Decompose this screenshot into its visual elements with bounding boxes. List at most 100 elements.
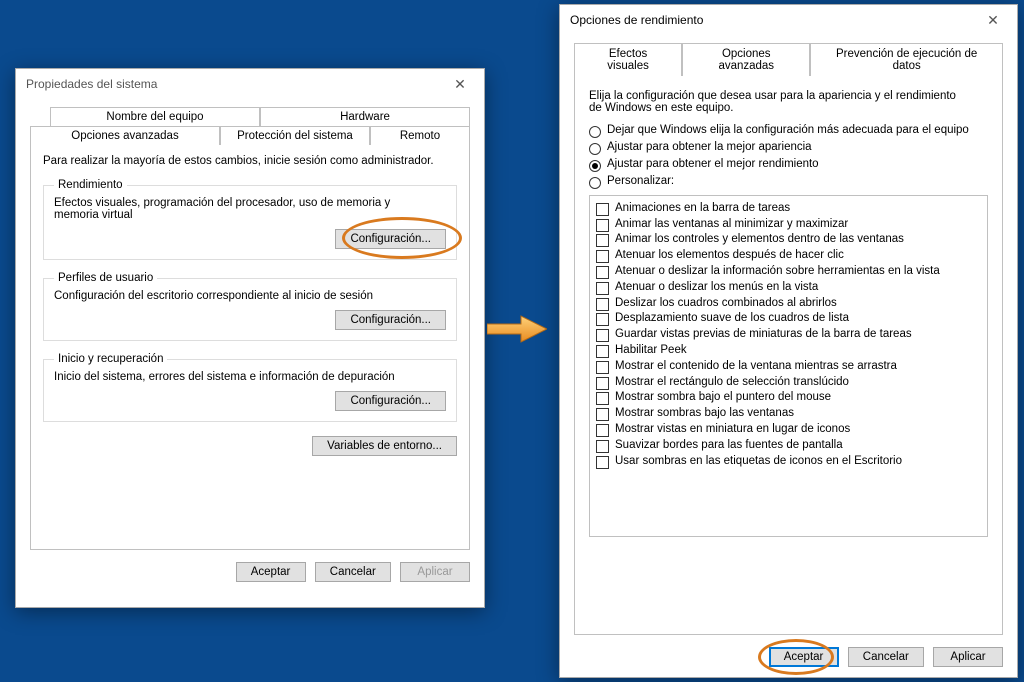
checkbox-label: Mostrar sombras bajo las ventanas: [615, 407, 794, 419]
admin-note: Para realizar la mayoría de estos cambio…: [43, 155, 457, 167]
checkbox-option[interactable]: Atenuar o deslizar la información sobre …: [596, 265, 981, 279]
checkbox-icon: [596, 456, 609, 469]
group-startup-legend: Inicio y recuperación: [54, 353, 167, 365]
intro-text: Elija la configuración que desea usar pa…: [589, 90, 959, 114]
env-vars-button[interactable]: Variables de entorno...: [312, 436, 457, 456]
checkbox-icon: [596, 392, 609, 405]
tab-remote[interactable]: Remoto: [370, 126, 470, 145]
checkbox-icon: [596, 361, 609, 374]
titlebar: Opciones de rendimiento ✕: [560, 5, 1017, 35]
checkbox-icon: [596, 282, 609, 295]
checkbox-icon: [596, 219, 609, 232]
ok-button[interactable]: Aceptar: [236, 562, 306, 582]
checkbox-option[interactable]: Mostrar sombra bajo el puntero del mouse: [596, 391, 981, 405]
group-performance-legend: Rendimiento: [54, 179, 127, 191]
checkbox-label: Animar los controles y elementos dentro …: [615, 233, 904, 245]
checkbox-label: Mostrar sombra bajo el puntero del mouse: [615, 391, 831, 403]
checkbox-icon: [596, 424, 609, 437]
startup-settings-button[interactable]: Configuración...: [335, 391, 446, 411]
titlebar: Propiedades del sistema ✕: [16, 69, 484, 99]
tab-hardware[interactable]: Hardware: [260, 107, 470, 126]
group-startup: Inicio y recuperación Inicio del sistema…: [43, 353, 457, 422]
checkbox-option[interactable]: Animar las ventanas al minimizar y maxim…: [596, 218, 981, 232]
checkbox-option[interactable]: Guardar vistas previas de miniaturas de …: [596, 328, 981, 342]
checkbox-option[interactable]: Animar los controles y elementos dentro …: [596, 233, 981, 247]
checkbox-icon: [596, 203, 609, 216]
checkbox-label: Atenuar los elementos después de hacer c…: [615, 249, 844, 261]
checkbox-icon: [596, 313, 609, 326]
radio-option[interactable]: Ajustar para obtener el mejor rendimient…: [589, 158, 988, 172]
apply-button[interactable]: Aplicar: [400, 562, 470, 582]
tab-dep[interactable]: Prevención de ejecución de datos: [810, 43, 1003, 76]
checkbox-label: Desplazamiento suave de los cuadros de l…: [615, 312, 849, 324]
radio-icon: [589, 160, 601, 172]
radio-option[interactable]: Ajustar para obtener la mejor apariencia: [589, 141, 988, 155]
radio-label: Ajustar para obtener la mejor apariencia: [607, 141, 812, 153]
checkbox-icon: [596, 234, 609, 247]
close-icon[interactable]: ✕: [973, 8, 1013, 32]
ok-button[interactable]: Aceptar: [769, 647, 839, 667]
checkbox-icon: [596, 329, 609, 342]
checkbox-label: Animar las ventanas al minimizar y maxim…: [615, 218, 848, 230]
effects-list[interactable]: Animaciones en la barra de tareas Animar …: [589, 195, 988, 537]
radio-option[interactable]: Dejar que Windows elija la configuración…: [589, 124, 988, 138]
checkbox-label: Guardar vistas previas de miniaturas de …: [615, 328, 912, 340]
checkbox-option[interactable]: Suavizar bordes para las fuentes de pant…: [596, 439, 981, 453]
checkbox-icon: [596, 266, 609, 279]
checkbox-label: Habilitar Peek: [615, 344, 687, 356]
profiles-settings-button[interactable]: Configuración...: [335, 310, 446, 330]
radio-label: Dejar que Windows elija la configuración…: [607, 124, 969, 136]
checkbox-label: Animaciones en la barra de tareas: [615, 202, 790, 214]
performance-settings-button[interactable]: Configuración...: [335, 229, 446, 249]
checkbox-option[interactable]: Mostrar el contenido de la ventana mient…: [596, 360, 981, 374]
performance-options-window: Opciones de rendimiento ✕ Efectos visual…: [559, 4, 1018, 678]
group-profiles-desc: Configuración del escritorio correspondi…: [54, 290, 446, 302]
checkbox-icon: [596, 250, 609, 263]
close-icon[interactable]: ✕: [440, 72, 480, 96]
tab-visual-effects[interactable]: Efectos visuales: [574, 43, 682, 76]
group-performance: Rendimiento Efectos visuales, programaci…: [43, 179, 457, 260]
radio-option[interactable]: Personalizar:: [589, 175, 988, 189]
radio-icon: [589, 126, 601, 138]
checkbox-label: Atenuar o deslizar los menús en la vista: [615, 281, 818, 293]
checkbox-option[interactable]: Mostrar vistas en miniatura en lugar de …: [596, 423, 981, 437]
window-title: Opciones de rendimiento: [570, 13, 973, 27]
window-title: Propiedades del sistema: [26, 77, 440, 91]
checkbox-option[interactable]: Habilitar Peek: [596, 344, 981, 358]
arrow-icon: [487, 314, 547, 344]
tab-advanced[interactable]: Opciones avanzadas: [682, 43, 810, 76]
checkbox-icon: [596, 440, 609, 453]
checkbox-option[interactable]: Mostrar el rectángulo de selección trans…: [596, 376, 981, 390]
checkbox-icon: [596, 345, 609, 358]
radio-icon: [589, 143, 601, 155]
tab-system-protection[interactable]: Protección del sistema: [220, 126, 370, 145]
apply-button[interactable]: Aplicar: [933, 647, 1003, 667]
checkbox-label: Mostrar vistas en miniatura en lugar de …: [615, 423, 850, 435]
group-startup-desc: Inicio del sistema, errores del sistema …: [54, 371, 446, 383]
tab-computer-name[interactable]: Nombre del equipo: [50, 107, 260, 126]
group-performance-desc: Efectos visuales, programación del proce…: [54, 197, 434, 221]
checkbox-label: Usar sombras en las etiquetas de iconos …: [615, 455, 902, 467]
checkbox-option[interactable]: Deslizar los cuadros combinados al abrir…: [596, 297, 981, 311]
checkbox-label: Atenuar o deslizar la información sobre …: [615, 265, 940, 277]
checkbox-label: Suavizar bordes para las fuentes de pant…: [615, 439, 843, 451]
checkbox-icon: [596, 377, 609, 390]
checkbox-option[interactable]: Desplazamiento suave de los cuadros de l…: [596, 312, 981, 326]
group-profiles-legend: Perfiles de usuario: [54, 272, 157, 284]
radio-icon: [589, 177, 601, 189]
checkbox-option[interactable]: Animaciones en la barra de tareas: [596, 202, 981, 216]
cancel-button[interactable]: Cancelar: [315, 562, 391, 582]
checkbox-option[interactable]: Atenuar los elementos después de hacer c…: [596, 249, 981, 263]
system-properties-window: Propiedades del sistema ✕ Nombre del equ…: [15, 68, 485, 608]
cancel-button[interactable]: Cancelar: [848, 647, 924, 667]
checkbox-icon: [596, 408, 609, 421]
checkbox-icon: [596, 298, 609, 311]
group-profiles: Perfiles de usuario Configuración del es…: [43, 272, 457, 341]
radio-label: Ajustar para obtener el mejor rendimient…: [607, 158, 819, 170]
checkbox-option[interactable]: Atenuar o deslizar los menús en la vista: [596, 281, 981, 295]
checkbox-option[interactable]: Mostrar sombras bajo las ventanas: [596, 407, 981, 421]
tab-advanced[interactable]: Opciones avanzadas: [30, 126, 220, 145]
checkbox-label: Mostrar el rectángulo de selección trans…: [615, 376, 849, 388]
checkbox-option[interactable]: Usar sombras en las etiquetas de iconos …: [596, 455, 981, 469]
radio-label: Personalizar:: [607, 175, 674, 187]
